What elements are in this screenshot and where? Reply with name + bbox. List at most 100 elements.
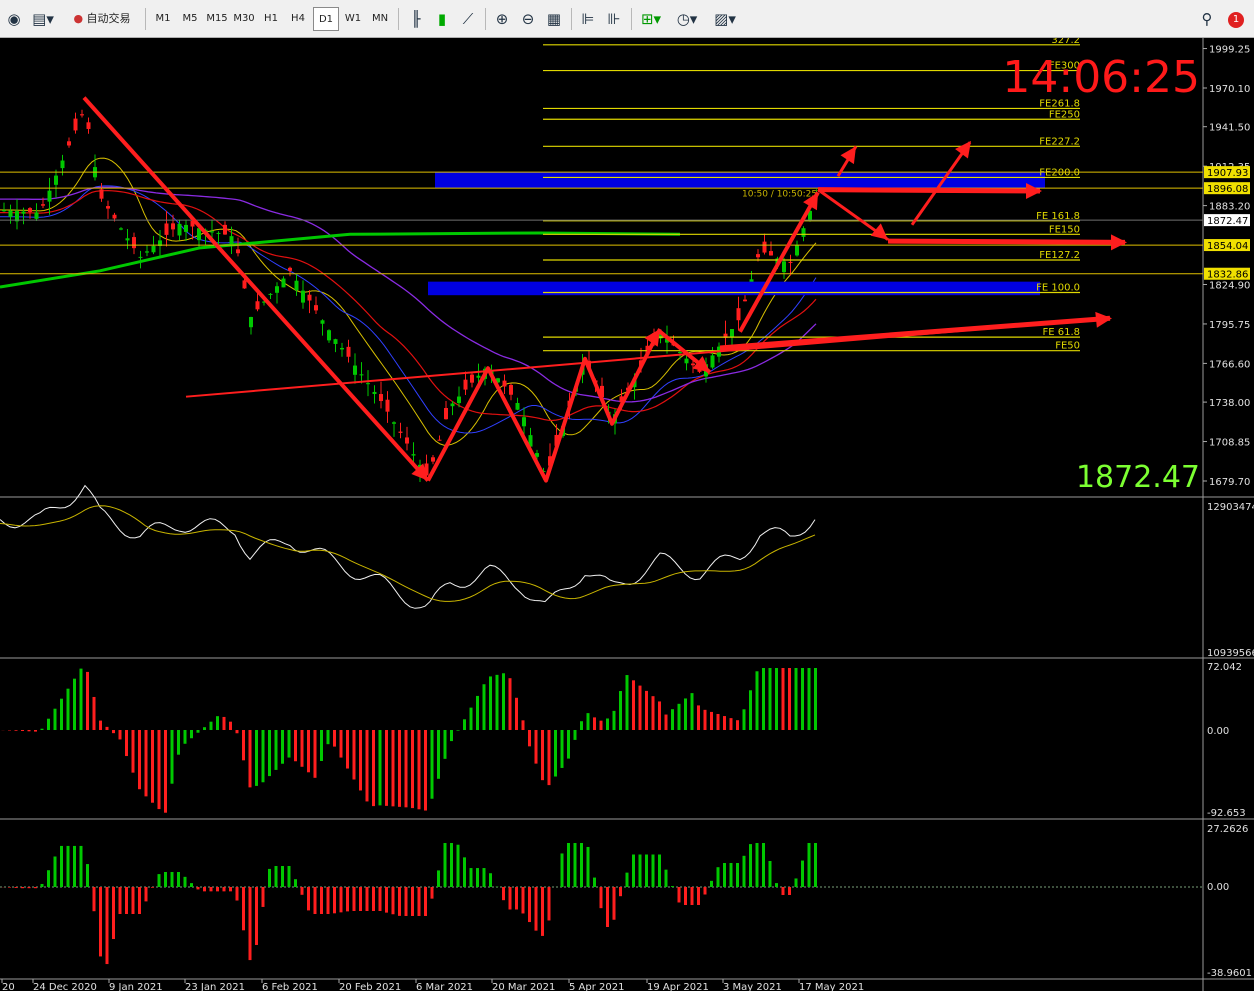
- zoom-out-icon[interactable]: ⊖: [516, 7, 540, 31]
- templates-icon[interactable]: ▨▾: [708, 7, 742, 31]
- toolbar-separator: [485, 8, 486, 30]
- autotrade-button[interactable]: ● 自动交易: [66, 7, 138, 31]
- osma-bar: [157, 874, 161, 887]
- timeframe-m15[interactable]: M15: [204, 7, 230, 31]
- osma-bar: [534, 887, 538, 931]
- ma-blue-line: [0, 185, 817, 434]
- candle: [294, 280, 299, 291]
- osma-bar: [92, 887, 96, 912]
- candlestick-icon[interactable]: ▮: [430, 7, 454, 31]
- search-icon[interactable]: ⚲: [1196, 7, 1218, 31]
- new-chart-icon[interactable]: ▤▾: [28, 7, 58, 31]
- chart-shift-icon[interactable]: ⊫: [576, 7, 600, 31]
- add-indicator-icon[interactable]: ⊞▾: [636, 7, 666, 31]
- macd-bar: [489, 676, 492, 730]
- candle: [405, 437, 409, 444]
- price-marker-label: 1832.86: [1207, 270, 1248, 281]
- globe-icon[interactable]: ◉: [4, 7, 24, 31]
- osma-bar: [437, 870, 440, 887]
- oscillator-signal-line: [0, 505, 816, 602]
- time-tick-label: 3 May 2021: [723, 982, 782, 991]
- periods-icon[interactable]: ◷▾: [672, 7, 702, 31]
- macd-bar: [690, 693, 694, 730]
- chart-area[interactable]: 327.2FE300FE261.8FE250FE227.2FE200.0FE 1…: [0, 38, 1254, 991]
- osma-bar: [632, 854, 635, 887]
- macd-bar: [573, 730, 577, 740]
- candle: [769, 251, 773, 256]
- timeframe-h1[interactable]: H1: [258, 7, 284, 31]
- osma-bar: [248, 887, 252, 961]
- time-tick-label: 24 Dec 2020: [33, 982, 97, 991]
- candle: [177, 223, 182, 236]
- timeframe-m5[interactable]: M5: [177, 7, 203, 31]
- macd-zero-label: 0.00: [1207, 726, 1229, 737]
- osma-bar: [125, 887, 128, 914]
- timeframe-d1[interactable]: D1: [313, 7, 339, 31]
- candle: [509, 384, 513, 395]
- zoom-in-icon[interactable]: ⊕: [490, 7, 514, 31]
- macd-bar: [625, 675, 629, 730]
- osma-bar: [320, 887, 323, 914]
- osma-bar: [515, 887, 518, 910]
- timeframe-m1[interactable]: M1: [150, 7, 176, 31]
- candle: [710, 355, 715, 368]
- candle: [151, 245, 156, 253]
- macd-bar: [21, 730, 24, 732]
- autotrade-label: 自动交易: [86, 12, 131, 25]
- macd-bar: [248, 730, 252, 788]
- timeframe-w1[interactable]: W1: [340, 7, 366, 31]
- macd-bar: [430, 730, 434, 799]
- osma-bar: [560, 853, 564, 887]
- macd-bar: [671, 709, 674, 730]
- trend-arrow-down: [82, 96, 430, 482]
- candle: [171, 223, 175, 230]
- osma-bar: [755, 843, 759, 887]
- macd-bar: [183, 730, 187, 744]
- macd-bar: [775, 668, 778, 730]
- candle: [210, 231, 214, 233]
- osma-bar: [651, 854, 655, 887]
- osma-bar: [34, 887, 37, 889]
- candle: [28, 208, 32, 212]
- macd-bar: [547, 730, 551, 786]
- toolbar-separator: [145, 8, 146, 30]
- candle: [359, 374, 364, 376]
- osma-bar: [79, 845, 83, 887]
- osma-bar: [599, 887, 603, 909]
- macd-bar: [365, 730, 369, 802]
- timeframe-m30[interactable]: M30: [231, 7, 257, 31]
- autoscroll-icon[interactable]: ⊪: [602, 7, 626, 31]
- candle: [216, 232, 221, 234]
- timeframe-mn[interactable]: MN: [367, 7, 393, 31]
- osma-bar: [47, 870, 50, 887]
- candle: [47, 190, 52, 202]
- osma-bar: [430, 887, 434, 899]
- candle: [314, 305, 318, 311]
- candle: [2, 210, 6, 212]
- osma-bar: [339, 887, 343, 913]
- server-clock: 14:06:25: [1002, 52, 1200, 103]
- candle: [437, 439, 442, 441]
- osma-bar: [99, 887, 102, 957]
- candle: [54, 175, 58, 185]
- oscillator-bottom-label: 10939566: [1207, 648, 1254, 659]
- bar-chart-icon[interactable]: ╟: [404, 7, 428, 31]
- notification-icon[interactable]: 1: [1224, 7, 1248, 31]
- osma-bar: [216, 887, 219, 892]
- macd-bar: [586, 713, 590, 730]
- candle: [788, 261, 793, 263]
- osma-bar: [307, 887, 310, 911]
- tile-windows-icon[interactable]: ▦: [542, 7, 566, 31]
- time-tick-label: 19 Apr 2021: [647, 982, 709, 991]
- price-tick-label: 1679.70: [1209, 477, 1250, 488]
- candle: [145, 251, 149, 253]
- price-tick-label: 1941.50: [1209, 123, 1250, 134]
- macd-bar: [261, 730, 265, 783]
- line-chart-icon[interactable]: ⟋: [456, 7, 480, 31]
- timeframe-h4[interactable]: H4: [285, 7, 311, 31]
- osma-bar: [404, 887, 408, 916]
- macd-bar: [755, 671, 759, 730]
- support-arrow: [887, 238, 1126, 245]
- osma-bar: [352, 887, 356, 911]
- osma-bar: [677, 887, 681, 903]
